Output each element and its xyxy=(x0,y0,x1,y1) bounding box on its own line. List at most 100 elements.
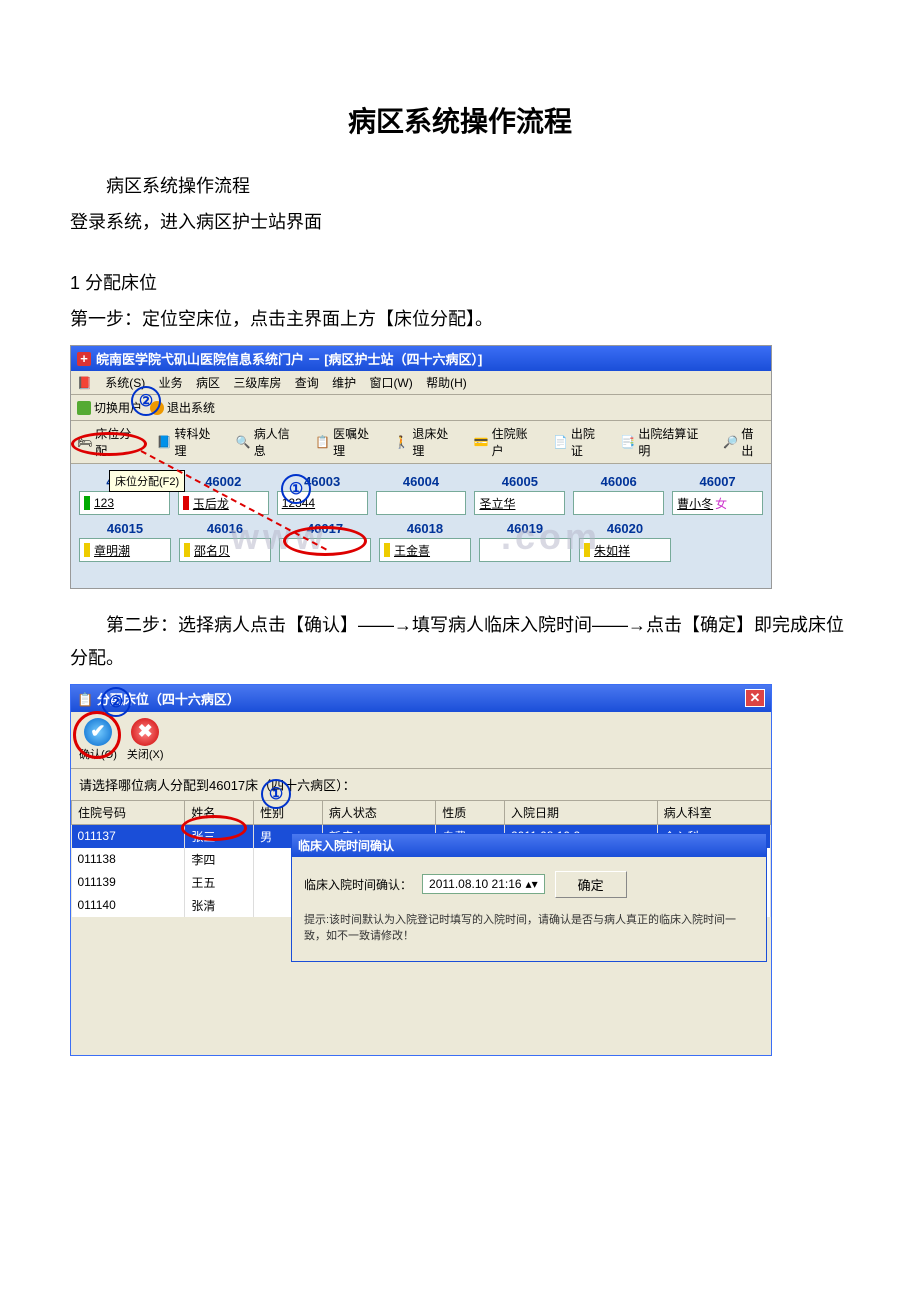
patient-name: 朱如祥 xyxy=(594,542,630,559)
menu-query[interactable]: 查询 xyxy=(295,376,319,390)
spinner-icon[interactable]: ▴▾ xyxy=(526,877,538,891)
step-2: 第二步：选择病人点击【确认】——→填写病人临床入院时间——→点击【确定】即完成床… xyxy=(70,609,850,674)
account-button[interactable]: 💳 住院账户 xyxy=(474,425,539,459)
cell: 011139 xyxy=(72,871,185,894)
column-header[interactable]: 住院号码 xyxy=(72,800,185,824)
cell: 011138 xyxy=(72,848,185,871)
red-oval-name xyxy=(181,815,247,841)
intro-1: 病区系统操作流程 xyxy=(70,170,850,202)
cell: 011137 xyxy=(72,824,185,848)
bed-box[interactable]: 章明潮 xyxy=(79,538,171,562)
top-toolbar: 切换用户 退出系统 xyxy=(71,395,771,421)
column-header[interactable]: 病人科室 xyxy=(657,800,770,824)
discharge-bed-button[interactable]: 🚶 退床处理 xyxy=(394,425,459,459)
column-header[interactable]: 性质 xyxy=(436,800,505,824)
patient-name: 章明潮 xyxy=(94,542,130,559)
screenshot-assign-dialog: 📋 分配床位（四十六病区） ✕ ✔ 确认(O) ✖ 关闭(X) 请选择哪位病人分… xyxy=(70,684,772,1056)
anno-circle-2b: ② xyxy=(101,687,131,717)
patient-info-button[interactable]: 🔍 病人信息 xyxy=(236,425,301,459)
anno-circle-1b: ① xyxy=(261,779,291,809)
status-flag xyxy=(84,496,90,510)
ok-button[interactable]: 确定 xyxy=(555,871,627,898)
menu-window[interactable]: 窗口(W) xyxy=(369,376,412,390)
patient-name: 曹小冬 xyxy=(677,495,713,512)
bed-number: 46015 xyxy=(79,521,171,536)
bed-cell[interactable]: 46005 圣立华 xyxy=(474,474,565,515)
lend-button[interactable]: 🔎 借出 xyxy=(723,425,765,459)
menu-biz[interactable]: 业务 xyxy=(159,376,183,390)
discharge-cert-button[interactable]: 📄 出院证 xyxy=(553,425,606,459)
bed-box[interactable] xyxy=(479,538,571,562)
menu-help[interactable]: 帮助(H) xyxy=(426,376,467,390)
datetime-input[interactable]: 2011.08.10 21:16▴▾ xyxy=(422,874,545,894)
bed-box[interactable]: 圣立华 xyxy=(474,491,565,515)
bed-number: 46019 xyxy=(479,521,571,536)
bed-number: 46007 xyxy=(672,474,763,489)
bed-cell[interactable]: 46004 xyxy=(376,474,467,515)
screenshot-main-window: + 皖南医学院弋矶山医院信息系统门户 － [病区护士站（四十六病区）] 📕 系统… xyxy=(70,345,772,589)
doc-title: 病区系统操作流程 xyxy=(70,100,850,140)
status-flag xyxy=(184,543,190,557)
bed-cell[interactable]: 46020 朱如祥 xyxy=(579,521,671,562)
bed-cell[interactable]: 46019 xyxy=(479,521,571,562)
cell: 李四 xyxy=(185,848,254,871)
intro-2: 登录系统，进入病区护士站界面 xyxy=(70,206,850,238)
x-icon: ✖ xyxy=(131,718,159,746)
hint-text: 提示:该时间默认为入院登记时填写的入院时间，请确认是否与病人真正的临床入院时间一… xyxy=(304,912,754,945)
transfer-button[interactable]: 📘 转科处理 xyxy=(157,425,222,459)
bed-number: 46004 xyxy=(376,474,467,489)
menu-ward[interactable]: 病区 xyxy=(196,376,220,390)
order-button[interactable]: 📋 医嘱处理 xyxy=(315,425,380,459)
cell: 王五 xyxy=(185,871,254,894)
patient-name: 123 xyxy=(94,496,114,510)
cell: 张清 xyxy=(185,894,254,917)
settle-cert-button[interactable]: 📑 出院结算证明 xyxy=(620,425,709,459)
app-icon: + xyxy=(77,352,91,366)
bed-box[interactable]: 曹小冬女 xyxy=(672,491,763,515)
patient-name: 玉后龙 xyxy=(193,495,229,512)
step-1: 第一步：定位空床位，点击主界面上方【床位分配】。 xyxy=(70,303,850,335)
red-oval-toolbar xyxy=(71,432,147,456)
action-toolbar: 🛏 床位分配 📘 转科处理 🔍 病人信息 📋 医嘱处理 🚶 退床处理 💳 住院账… xyxy=(71,421,771,464)
annotation-circle-1: ① xyxy=(281,474,311,504)
bed-box[interactable] xyxy=(376,491,467,515)
bed-cell[interactable]: 46018 王金喜 xyxy=(379,521,471,562)
bed-cell[interactable]: 46016邵名贝 xyxy=(179,521,271,562)
red-oval-confirm xyxy=(73,711,121,759)
bed-cell[interactable]: 46007 曹小冬女 xyxy=(672,474,763,515)
bed-number: 46005 xyxy=(474,474,565,489)
menu-store[interactable]: 三级库房 xyxy=(233,376,281,390)
annotation-circle-2: ② xyxy=(131,386,161,416)
bed-number: 46020 xyxy=(579,521,671,536)
status-flag xyxy=(84,543,90,557)
red-oval-bed xyxy=(283,526,367,556)
status-flag xyxy=(384,543,390,557)
bed-cell[interactable]: 46015 章明潮 xyxy=(79,521,171,562)
patient-name: 圣立华 xyxy=(479,495,515,512)
patient-name: 王金喜 xyxy=(394,542,430,559)
time-confirm-title: 临床入院时间确认 xyxy=(292,834,766,857)
bed-cell[interactable]: 46006 xyxy=(573,474,664,515)
time-confirm-dialog: 临床入院时间确认 临床入院时间确认： 2011.08.10 21:16▴▾ 确定… xyxy=(291,833,767,962)
cell: 011140 xyxy=(72,894,185,917)
time-confirm-label: 临床入院时间确认： xyxy=(304,876,412,893)
bed-box[interactable]: 邵名贝 xyxy=(179,538,271,562)
bed-box[interactable]: 王金喜 xyxy=(379,538,471,562)
dialog-toolbar: ✔ 确认(O) ✖ 关闭(X) xyxy=(71,712,771,769)
tooltip-bed-assign: 床位分配(F2) xyxy=(109,470,185,492)
bed-number: 46006 xyxy=(573,474,664,489)
column-header[interactable]: 病人状态 xyxy=(322,800,435,824)
patient-name: 邵名贝 xyxy=(194,542,230,559)
dialog-close-button[interactable]: ✕ xyxy=(745,689,765,707)
window-titlebar: + 皖南医学院弋矶山医院信息系统门户 － [病区护士站（四十六病区）] xyxy=(71,346,771,371)
column-header[interactable]: 入院日期 xyxy=(504,800,657,824)
menu-bar[interactable]: 📕 系统(S) 业务 病区 三级库房 查询 维护 窗口(W) 帮助(H) xyxy=(71,371,771,395)
menu-maint[interactable]: 维护 xyxy=(332,376,356,390)
bed-number: 46018 xyxy=(379,521,471,536)
bed-box[interactable]: 朱如祥 xyxy=(579,538,671,562)
close-button[interactable]: ✖ 关闭(X) xyxy=(127,718,164,762)
bed-box[interactable]: 123 xyxy=(79,491,170,515)
bed-box[interactable] xyxy=(573,491,664,515)
status-flag xyxy=(183,496,189,510)
dialog-prompt: 请选择哪位病人分配到46017床（四十六病区）： xyxy=(71,769,771,800)
